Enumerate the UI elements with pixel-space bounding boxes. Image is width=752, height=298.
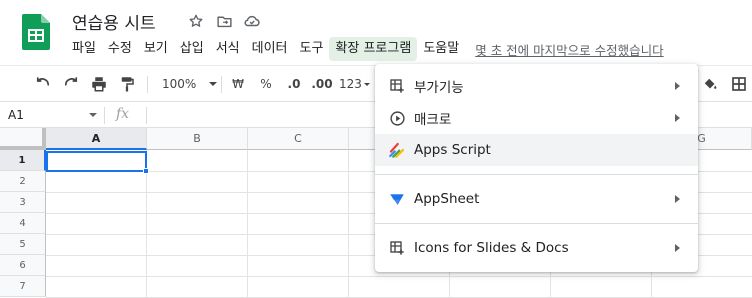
more-formats-label: 123 <box>339 77 362 91</box>
function-icon: fx <box>116 106 130 122</box>
menu-divider <box>375 223 698 224</box>
submenu-arrow-icon <box>675 195 680 203</box>
row-header-2[interactable]: 2 <box>0 171 46 192</box>
menu-data[interactable]: 데이터 <box>246 37 294 61</box>
submenu-arrow-icon <box>675 82 680 90</box>
borders-icon[interactable] <box>729 73 749 95</box>
menu-help[interactable]: 도움말 <box>417 37 465 61</box>
move-folder-icon[interactable] <box>214 11 234 31</box>
name-box-value: A1 <box>8 108 24 122</box>
row-header-6[interactable]: 6 <box>0 255 46 276</box>
undo-icon[interactable] <box>32 73 54 95</box>
menu-item-icons-for-slides-docs[interactable]: Icons for Slides & Docs <box>375 232 698 264</box>
row-header-1[interactable]: 1 <box>0 150 46 171</box>
sheets-logo[interactable] <box>22 14 50 50</box>
submenu-arrow-icon <box>675 114 680 122</box>
redo-icon[interactable] <box>60 73 82 95</box>
menu-item-label: Apps Script <box>414 142 491 158</box>
star-icon[interactable] <box>186 11 206 31</box>
menu-edit[interactable]: 수정 <box>102 37 138 61</box>
currency-button[interactable]: ₩ <box>229 73 247 95</box>
menu-item-label: Icons for Slides & Docs <box>414 240 569 256</box>
zoom-select[interactable]: 100% <box>156 73 218 95</box>
menu-item-appsheet[interactable]: AppSheet <box>375 183 698 215</box>
row-header-5[interactable]: 5 <box>0 234 46 255</box>
print-icon[interactable] <box>88 73 110 95</box>
chevron-down-icon <box>209 82 218 86</box>
chevron-down-icon <box>89 113 97 117</box>
last-edit-link[interactable]: 몇 초 전에 마지막으로 수정했습니다 <box>475 40 663 59</box>
menu-bar: 파일 수정 보기 삽입 서식 데이터 도구 확장 프로그램 도움말 몇 초 전에… <box>66 36 664 62</box>
fill-color-icon[interactable] <box>700 73 720 95</box>
menu-divider <box>375 174 698 175</box>
row-header-4[interactable]: 4 <box>0 213 46 234</box>
menu-item-label: 매크로 <box>414 112 452 128</box>
decrease-decimal-button[interactable]: .0 <box>283 73 305 95</box>
column-header-c[interactable]: C <box>248 128 349 150</box>
menu-view[interactable]: 보기 <box>138 37 174 61</box>
select-all-corner[interactable] <box>0 128 46 150</box>
apps-script-icon <box>387 140 407 160</box>
zoom-value: 100% <box>162 77 197 91</box>
column-header-b[interactable]: B <box>147 128 248 150</box>
menu-file[interactable]: 파일 <box>66 37 102 61</box>
row-header-3[interactable]: 3 <box>0 192 46 213</box>
column-header-a[interactable]: A <box>46 128 147 150</box>
menu-item-label: 부가기능 <box>414 80 464 96</box>
menu-item-apps-script[interactable]: Apps Script <box>375 134 698 166</box>
more-formats-button[interactable]: 123 <box>339 73 373 95</box>
increase-decimal-button[interactable]: .00 <box>310 73 334 95</box>
percent-button[interactable]: % <box>257 73 275 95</box>
name-box[interactable]: A1 <box>0 103 103 128</box>
extensions-menu: 부가기능 매크로 Apps Script AppSheet Icons for … <box>375 64 698 272</box>
menu-item-addons[interactable]: 부가기능 <box>375 70 698 102</box>
addon-icon <box>387 238 407 258</box>
appsheet-icon <box>387 189 407 209</box>
paint-format-icon[interactable] <box>116 73 138 95</box>
menu-insert[interactable]: 삽입 <box>174 37 210 61</box>
menu-extensions[interactable]: 확장 프로그램 <box>329 37 418 61</box>
cloud-status-icon[interactable] <box>242 11 262 31</box>
macro-play-icon <box>387 108 407 128</box>
menu-item-label: AppSheet <box>414 191 480 207</box>
menu-format[interactable]: 서식 <box>210 37 246 61</box>
fill-handle[interactable] <box>143 168 149 174</box>
app-header: 연습용 시트 파일 수정 보기 삽입 서식 데이터 도구 확장 프로그램 도움말… <box>0 0 752 64</box>
addon-icon <box>387 76 407 96</box>
chevron-down-icon <box>363 82 370 86</box>
menu-item-macros[interactable]: 매크로 <box>375 102 698 134</box>
row-header-7[interactable]: 7 <box>0 276 46 297</box>
selected-cell-a1[interactable] <box>46 151 147 172</box>
menu-tools[interactable]: 도구 <box>294 37 330 61</box>
document-title[interactable]: 연습용 시트 <box>72 9 156 34</box>
submenu-arrow-icon <box>675 244 680 252</box>
